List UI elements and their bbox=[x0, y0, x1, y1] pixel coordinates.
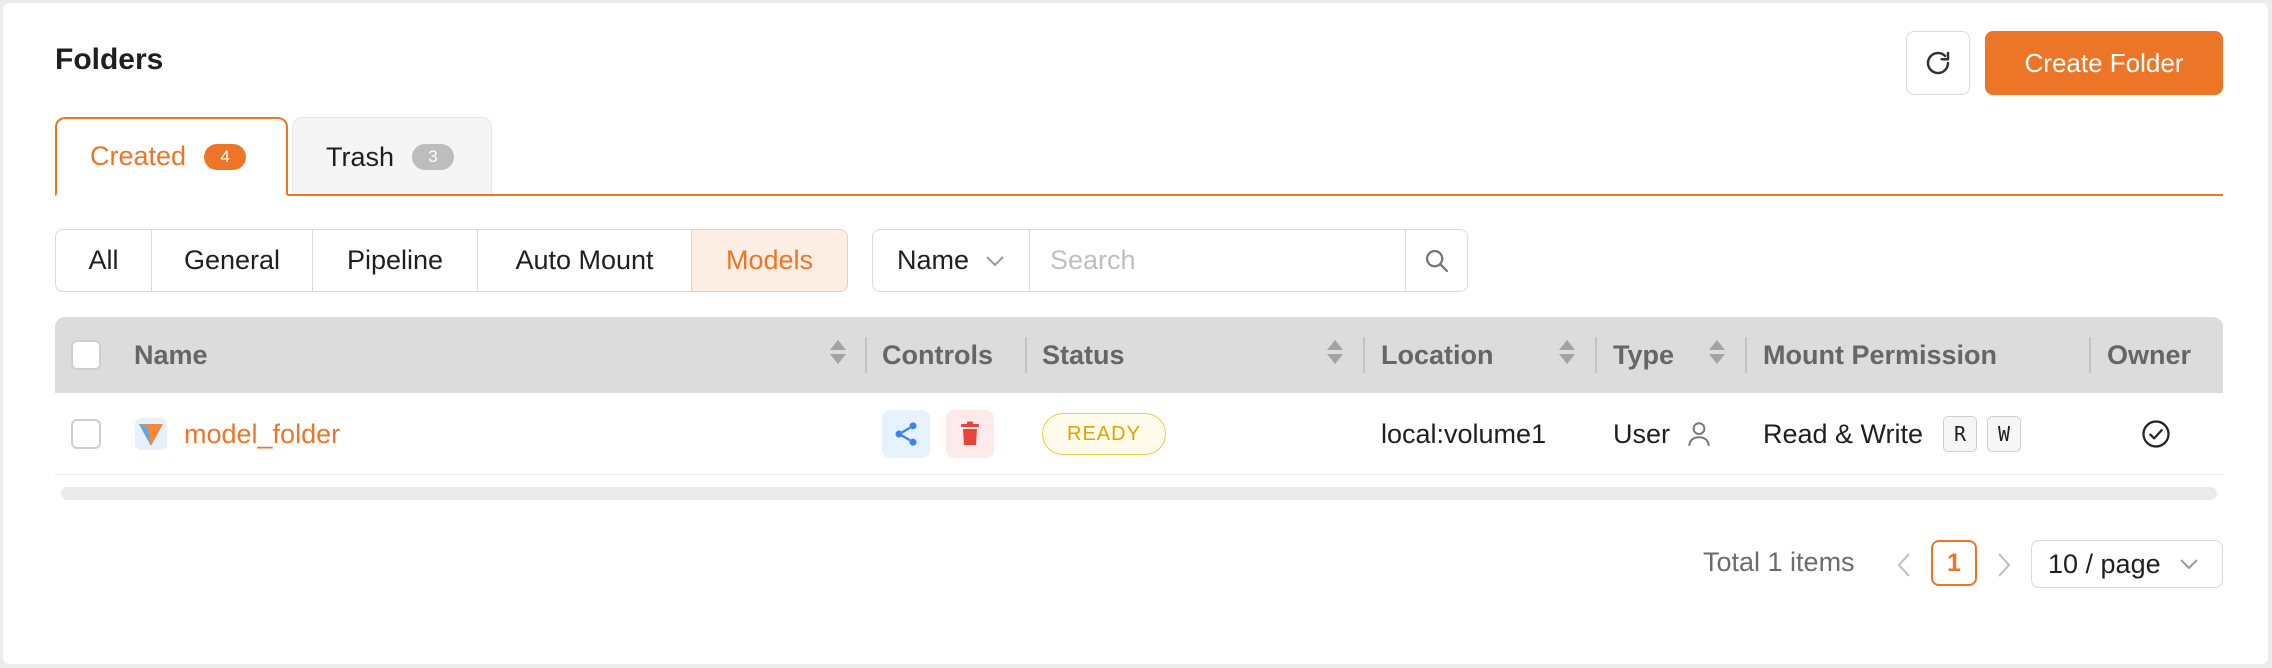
header-name[interactable]: Name bbox=[134, 317, 208, 393]
pagination-next-button[interactable] bbox=[1993, 550, 2013, 585]
header-checkbox-cell bbox=[71, 317, 101, 393]
search-icon bbox=[1425, 249, 1448, 272]
folder-name-link[interactable]: model_folder bbox=[184, 419, 340, 450]
search-field-value: Name bbox=[897, 245, 970, 275]
type-sort-control[interactable] bbox=[1709, 340, 1725, 364]
location-cell: local:volume1 bbox=[1381, 418, 1547, 449]
tabs-underline bbox=[55, 194, 2223, 196]
pagination-page-1[interactable]: 1 bbox=[1931, 540, 1977, 586]
header-location[interactable]: Location bbox=[1381, 317, 1494, 393]
filter-pipeline[interactable]: Pipeline bbox=[312, 229, 478, 292]
create-folder-button[interactable]: Create Folder bbox=[1985, 31, 2223, 95]
header-controls: Controls bbox=[882, 339, 993, 370]
row-checkbox-cell bbox=[71, 393, 101, 475]
permission-label: Read & Write bbox=[1763, 418, 1924, 449]
name-cell: model_folder bbox=[134, 393, 340, 475]
sort-asc-icon bbox=[1709, 340, 1725, 350]
refresh-button[interactable] bbox=[1906, 31, 1970, 95]
share-icon bbox=[895, 422, 917, 446]
name-sort-control[interactable] bbox=[830, 340, 846, 364]
header-mount-permission: Mount Permission bbox=[1763, 339, 1998, 370]
type-cell: User bbox=[1613, 393, 1712, 475]
search-button[interactable] bbox=[1406, 229, 1468, 292]
sort-desc-icon bbox=[1709, 354, 1725, 364]
status-sort-control[interactable] bbox=[1327, 340, 1343, 364]
header-owner: Owner bbox=[2107, 339, 2192, 370]
select-all-checkbox[interactable] bbox=[71, 340, 101, 370]
search-input[interactable] bbox=[1030, 229, 1406, 292]
row-checkbox[interactable] bbox=[71, 419, 101, 449]
chevron-down-icon bbox=[986, 255, 1004, 266]
horizontal-scrollbar[interactable] bbox=[61, 487, 2217, 500]
header-status[interactable]: Status bbox=[1042, 317, 1125, 393]
permission-keys: R W bbox=[1943, 416, 2022, 452]
chevron-left-icon bbox=[1897, 553, 1910, 577]
column-divider bbox=[1025, 337, 1027, 373]
mount-permission-cell: Read & Write R W bbox=[1763, 393, 2022, 475]
tab-trash-count-badge: 3 bbox=[412, 144, 455, 170]
tab-trash[interactable]: Trash 3 bbox=[292, 117, 492, 196]
table-row: model_folder READY local:volume1 User Re… bbox=[55, 393, 2223, 475]
trash-icon bbox=[961, 421, 979, 445]
column-divider bbox=[1745, 337, 1747, 373]
refresh-icon bbox=[1926, 51, 1950, 75]
search-group: Name bbox=[872, 229, 1468, 292]
filter-general[interactable]: General bbox=[151, 229, 313, 292]
header-type[interactable]: Type bbox=[1613, 317, 1674, 393]
sort-desc-icon bbox=[1559, 354, 1575, 364]
filter-models[interactable]: Models bbox=[691, 229, 848, 292]
sort-asc-icon bbox=[830, 340, 846, 350]
owner-cell bbox=[2141, 393, 2171, 475]
check-circle-icon bbox=[2142, 420, 2170, 448]
status-badge: READY bbox=[1042, 413, 1166, 455]
search-field-select[interactable]: Name bbox=[872, 229, 1030, 292]
delete-button[interactable] bbox=[946, 410, 994, 458]
table-header: Name Controls Status Location Type Mount… bbox=[55, 317, 2223, 393]
column-divider bbox=[1363, 337, 1365, 373]
model-folder-icon bbox=[135, 418, 167, 450]
sort-desc-icon bbox=[830, 354, 846, 364]
sort-asc-icon bbox=[1327, 340, 1343, 350]
sort-asc-icon bbox=[1559, 340, 1575, 350]
user-icon bbox=[1688, 422, 1710, 446]
sort-desc-icon bbox=[1327, 354, 1343, 364]
filter-all[interactable]: All bbox=[55, 229, 152, 292]
status-cell: READY bbox=[1042, 393, 1166, 475]
page-size-value: 10 / page bbox=[2048, 548, 2161, 579]
column-divider bbox=[1595, 337, 1597, 373]
folders-card: Folders Create Folder Created 4 Trash 3 … bbox=[3, 3, 2268, 664]
location-sort-control[interactable] bbox=[1559, 340, 1575, 364]
permission-key-write: W bbox=[1987, 416, 2022, 452]
pagination-total: Total 1 items bbox=[1703, 547, 1855, 577]
permission-key-read: R bbox=[1943, 416, 1978, 452]
tab-created-count-badge: 4 bbox=[204, 143, 247, 170]
page-title: Folders bbox=[55, 43, 164, 76]
folders-table: Name Controls Status Location Type Mount… bbox=[55, 317, 2223, 475]
pagination-prev-button[interactable] bbox=[1895, 550, 1915, 585]
type-label: User bbox=[1613, 418, 1671, 449]
chevron-down-icon bbox=[2179, 559, 2198, 570]
column-divider bbox=[2089, 337, 2091, 373]
controls-cell bbox=[882, 393, 994, 475]
filter-auto-mount[interactable]: Auto Mount bbox=[477, 229, 692, 292]
tab-created-label: Created bbox=[90, 141, 187, 171]
tab-created[interactable]: Created 4 bbox=[55, 117, 288, 196]
page-size-select[interactable]: 10 / page bbox=[2031, 540, 2223, 588]
column-divider bbox=[865, 337, 867, 373]
share-button[interactable] bbox=[882, 410, 930, 458]
chevron-right-icon bbox=[1998, 553, 2011, 577]
folder-type-filter: All General Pipeline Auto Mount Models bbox=[55, 229, 848, 292]
tab-trash-label: Trash bbox=[326, 141, 395, 172]
